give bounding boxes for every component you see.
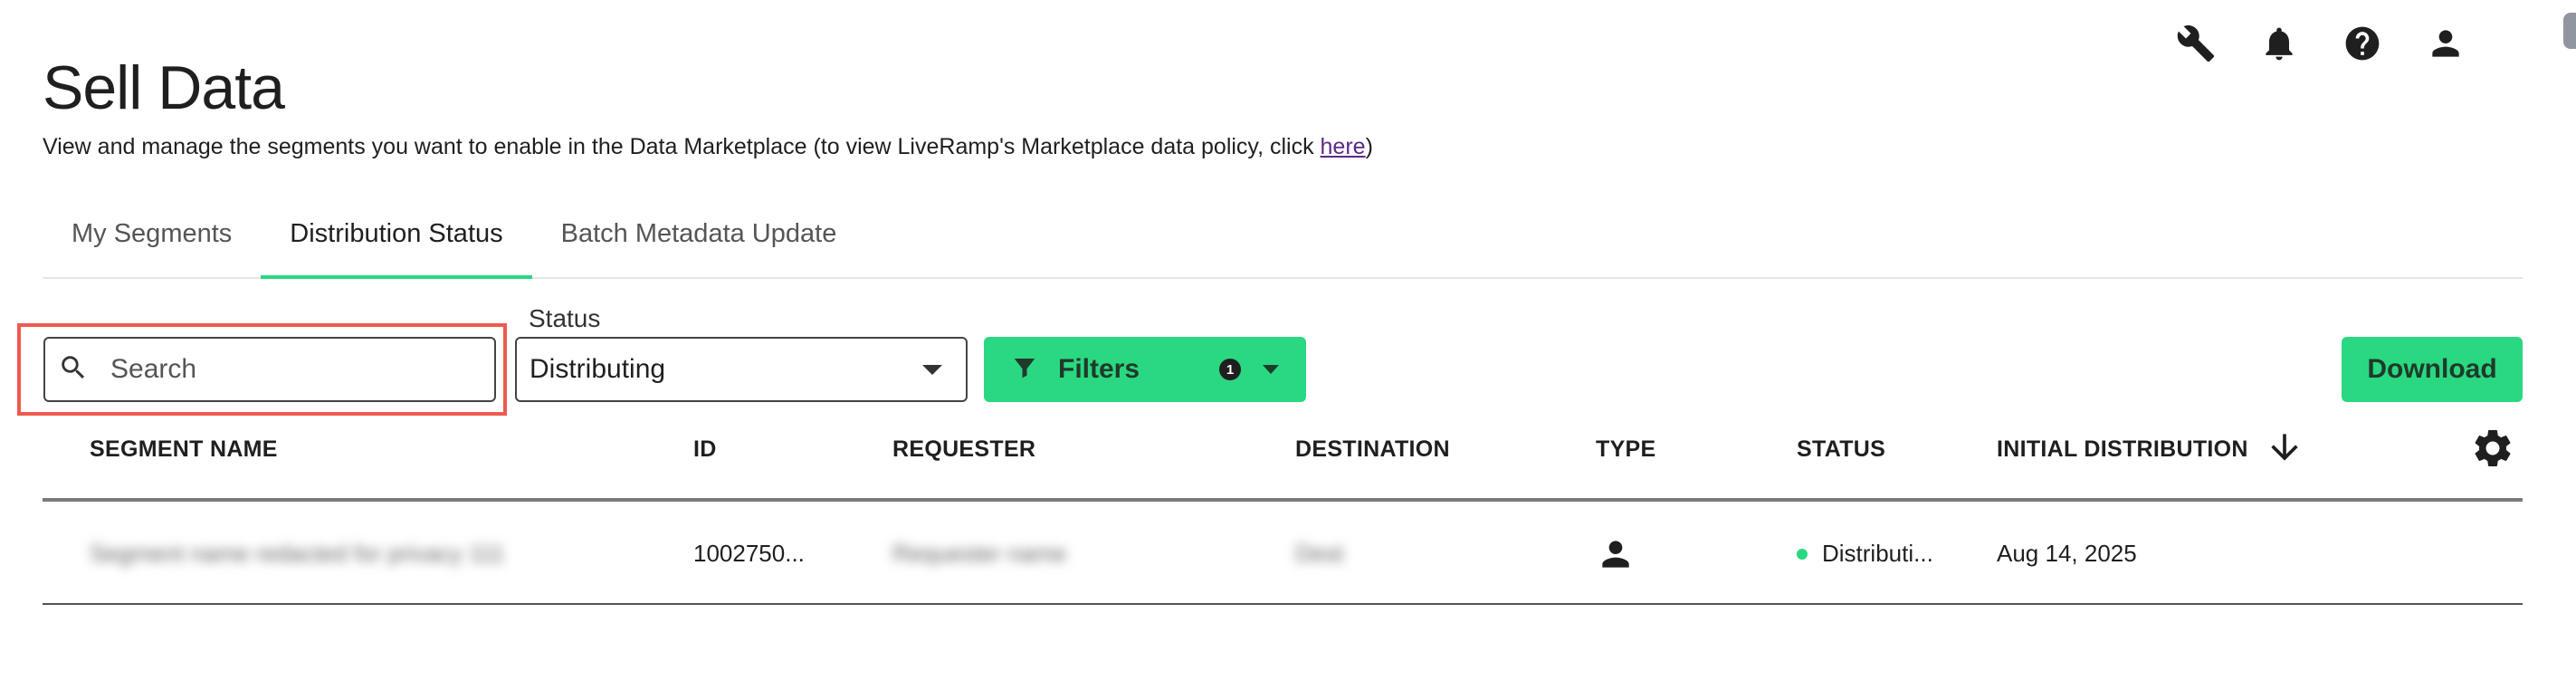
cell-initial-distribution: Aug 14, 2025 <box>1997 540 2137 567</box>
tab-my-segments[interactable]: My Segments <box>43 203 261 279</box>
column-header-status[interactable]: STATUS <box>1797 436 1885 463</box>
subtitle-suffix: ) <box>1365 134 1373 159</box>
help-icon[interactable] <box>2341 22 2384 65</box>
chevron-down-icon <box>922 364 942 375</box>
user-icon[interactable] <box>2424 22 2467 65</box>
person-icon <box>1596 534 1636 574</box>
arrow-down-icon[interactable] <box>2265 427 2304 467</box>
status-select-value: Distributing <box>530 354 666 384</box>
status-select[interactable]: Distributing <box>515 337 968 402</box>
status-filter-label: Status <box>529 304 601 332</box>
gear-icon[interactable] <box>2470 426 2515 471</box>
table-header: SEGMENT NAME ID REQUESTER DESTINATION TY… <box>43 426 2523 502</box>
cell-destination: Dest <box>1295 540 1344 567</box>
page-subtitle: View and manage the segments you want to… <box>43 134 1373 160</box>
top-utility-bar <box>2174 22 2467 65</box>
tab-distribution-status[interactable]: Distribution Status <box>261 203 532 279</box>
column-header-segment-name[interactable]: SEGMENT NAME <box>90 436 278 463</box>
table-row[interactable]: Segment name redacted for privacy 111 10… <box>43 503 2523 605</box>
status-dot <box>1797 549 1808 560</box>
cell-id: 1002750... <box>693 540 805 567</box>
cell-requester: Requester name <box>892 540 1067 567</box>
search-input[interactable] <box>110 354 472 385</box>
chevron-down-icon <box>1263 365 1279 374</box>
column-header-destination[interactable]: DESTINATION <box>1295 436 1450 463</box>
tab-bar: My Segments Distribution Status Batch Me… <box>43 203 2523 279</box>
cell-status: Distributi... <box>1822 540 1933 567</box>
column-header-requester[interactable]: REQUESTER <box>892 436 1035 463</box>
bell-icon[interactable] <box>2257 22 2301 65</box>
download-button[interactable]: Download <box>2342 337 2523 402</box>
filters-button[interactable]: Filters 1 <box>984 337 1306 402</box>
window-edge-handle <box>2563 13 2576 49</box>
sell-data-page: Sell Data View and manage the segments y… <box>0 0 2576 690</box>
subtitle-text: View and manage the segments you want to… <box>43 134 1321 159</box>
policy-link[interactable]: here <box>1321 134 1366 159</box>
column-header-type[interactable]: TYPE <box>1596 436 1656 463</box>
filter-icon <box>1011 354 1038 386</box>
column-header-id[interactable]: ID <box>693 436 717 463</box>
column-header-initial-distribution[interactable]: INITIAL DISTRIBUTION <box>1997 436 2248 463</box>
tab-batch-metadata-update[interactable]: Batch Metadata Update <box>532 203 866 279</box>
search-icon <box>58 352 89 388</box>
page-title: Sell Data <box>43 53 285 122</box>
search-field[interactable] <box>43 337 496 402</box>
filters-count-badge: 1 <box>1219 359 1241 380</box>
wrench-icon[interactable] <box>2174 22 2218 65</box>
cell-segment-name[interactable]: Segment name redacted for privacy 111 <box>90 540 505 568</box>
filters-label: Filters <box>1058 354 1140 384</box>
